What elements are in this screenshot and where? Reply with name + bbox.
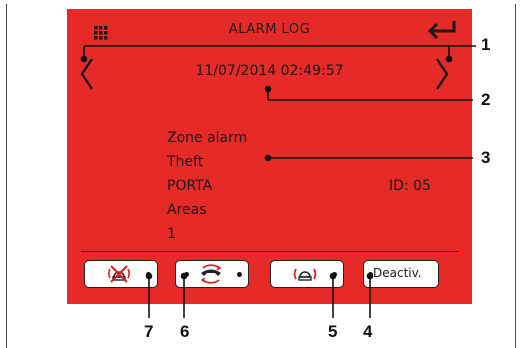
callout-lines [80,45,476,318]
callout-4: 4 [363,322,373,341]
callout-6: 6 [180,322,190,341]
callout-2: 2 [481,90,491,109]
callout-5: 5 [328,322,338,341]
callout-1: 1 [481,35,491,54]
callout-7: 7 [144,322,154,341]
callout-3: 3 [481,148,491,167]
